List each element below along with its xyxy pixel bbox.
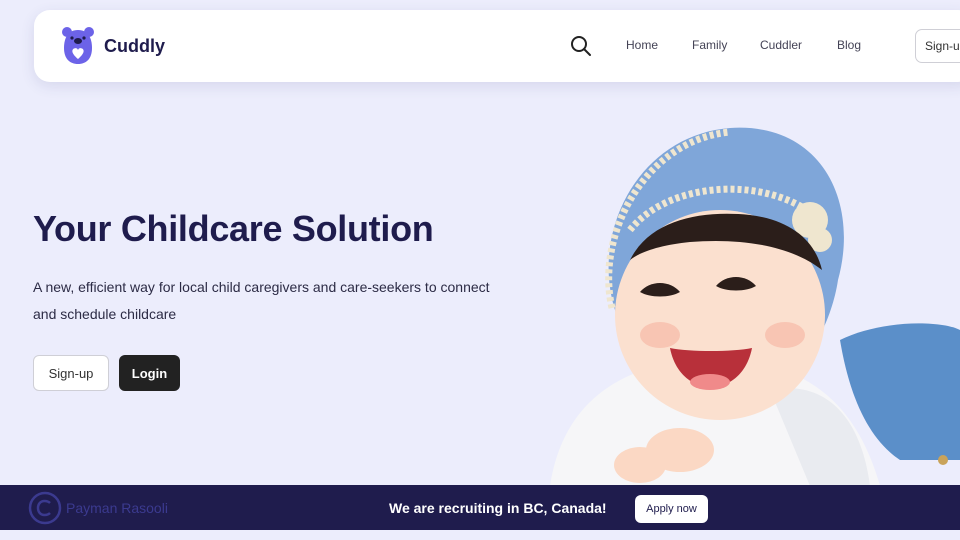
search-icon[interactable] [570, 35, 592, 57]
top-navbar: Cuddly Home Family Cuddler Blog Sign-up [34, 10, 960, 82]
hero-baby-image [550, 127, 960, 486]
recruiting-banner: Payman Rasooli We are recruiting in BC, … [0, 485, 960, 530]
hero-signup-button[interactable]: Sign-up [33, 355, 109, 391]
hero-subtitle: A new, efficient way for local child car… [33, 279, 490, 322]
bear-heart-icon [62, 27, 94, 64]
hero-title: Your Childcare Solution [33, 208, 434, 249]
watermark: Payman Rasooli [28, 491, 168, 525]
hero-login-button[interactable]: Login [119, 355, 180, 391]
banner-message: We are recruiting in BC, Canada! [389, 500, 607, 516]
brand-name: Cuddly [104, 35, 165, 56]
nav-link-cuddler[interactable]: Cuddler [760, 38, 802, 52]
nav-link-family[interactable]: Family [692, 38, 727, 52]
brand-logo[interactable]: Cuddly [60, 26, 165, 66]
watermark-text: Payman Rasooli [66, 500, 168, 516]
nav-signup-button[interactable]: Sign-up [915, 29, 960, 63]
apply-now-button[interactable]: Apply now [635, 495, 708, 523]
nav-link-blog[interactable]: Blog [837, 38, 861, 52]
copyright-icon [28, 491, 62, 525]
nav-link-home[interactable]: Home [626, 38, 658, 52]
